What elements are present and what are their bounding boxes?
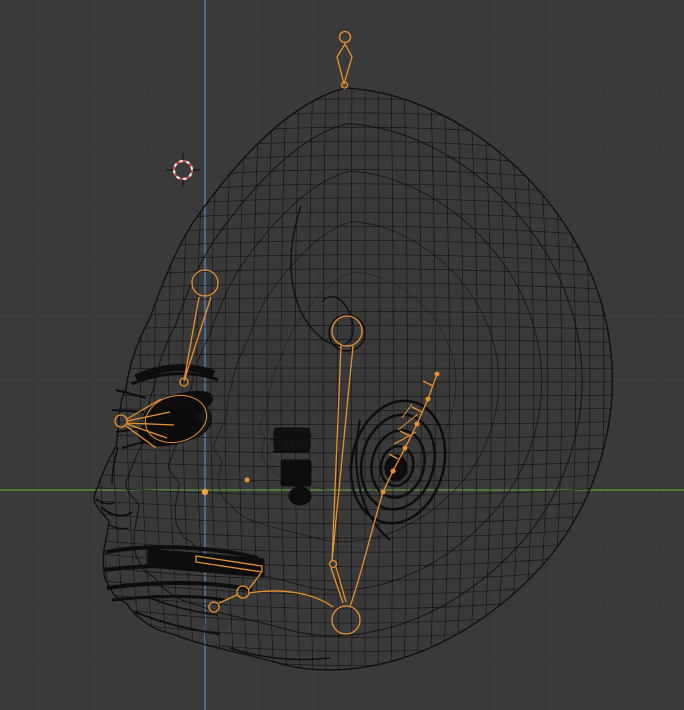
viewport-3d[interactable] (0, 0, 684, 710)
object-origin-point (201, 488, 209, 496)
viewport-canvas[interactable] (0, 0, 684, 710)
